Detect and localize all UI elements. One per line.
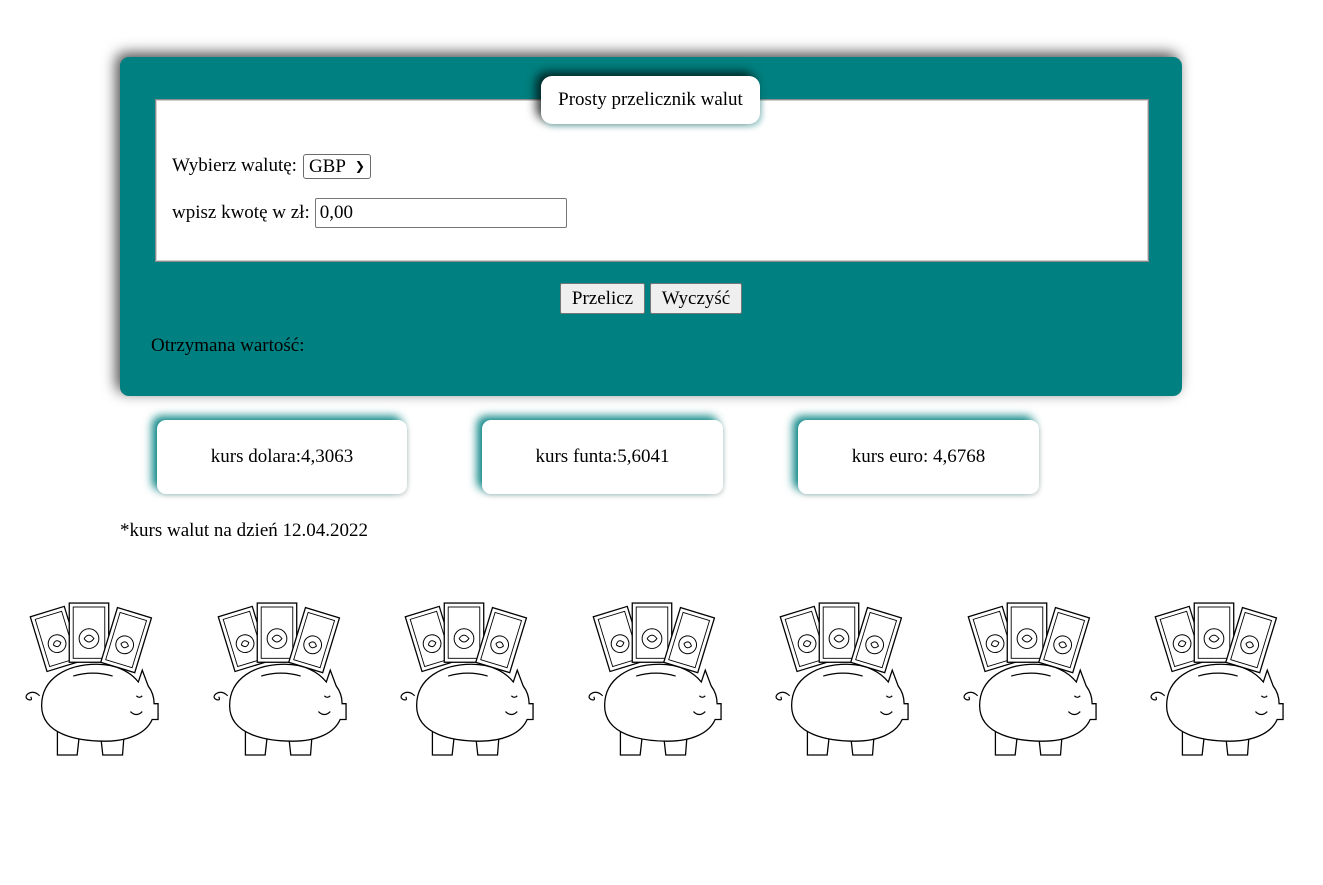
currency-select[interactable]: GBP ❯ xyxy=(302,153,371,179)
piggy-bank-with-banknotes-icon xyxy=(764,598,912,764)
amount-input[interactable]: 0,00 xyxy=(314,198,567,228)
piggy-bank-with-banknotes-icon xyxy=(952,598,1100,764)
currency-label: Wybierz walutę: xyxy=(172,155,297,176)
rates-date-note: *kurs walut na dzień 12.04.2022 xyxy=(120,520,369,541)
rate-card-gbp: kurs funta:5,6041 xyxy=(482,420,723,494)
rate-usd-text: kurs dolara:4,3063 xyxy=(210,446,354,467)
piggy-bank-with-banknotes-icon xyxy=(1139,598,1287,764)
piggy-bank-with-banknotes-icon xyxy=(14,598,162,764)
chevron-down-icon: ❯ xyxy=(354,158,365,173)
convert-button[interactable]: Przelicz xyxy=(560,283,645,314)
currency-select-value: GBP xyxy=(308,155,346,177)
rate-card-usd: kurs dolara:4,3063 xyxy=(157,420,407,494)
amount-row: wpisz kwotę w zł: 0,00 xyxy=(172,198,567,228)
amount-label: wpisz kwotę w zł: xyxy=(172,202,310,223)
rate-eur-text: kurs euro: 4,6768 xyxy=(851,446,986,467)
rate-gbp-text: kurs funta:5,6041 xyxy=(535,446,670,467)
piggy-bank-with-banknotes-icon xyxy=(577,598,725,764)
converter-legend: Prosty przelicznik walut xyxy=(541,76,760,124)
rate-card-eur: kurs euro: 4,6768 xyxy=(798,420,1039,494)
piggy-bank-with-banknotes-icon xyxy=(202,598,350,764)
currency-row: Wybierz walutę: GBP ❯ xyxy=(172,152,371,180)
piggy-bank-row xyxy=(14,598,1304,764)
clear-button[interactable]: Wyczyść xyxy=(650,283,742,314)
piggy-bank-with-banknotes-icon xyxy=(389,598,537,764)
result-label: Otrzymana wartość: xyxy=(151,335,305,356)
converter-panel: Prosty przelicznik walut Wybierz walutę:… xyxy=(120,57,1182,396)
